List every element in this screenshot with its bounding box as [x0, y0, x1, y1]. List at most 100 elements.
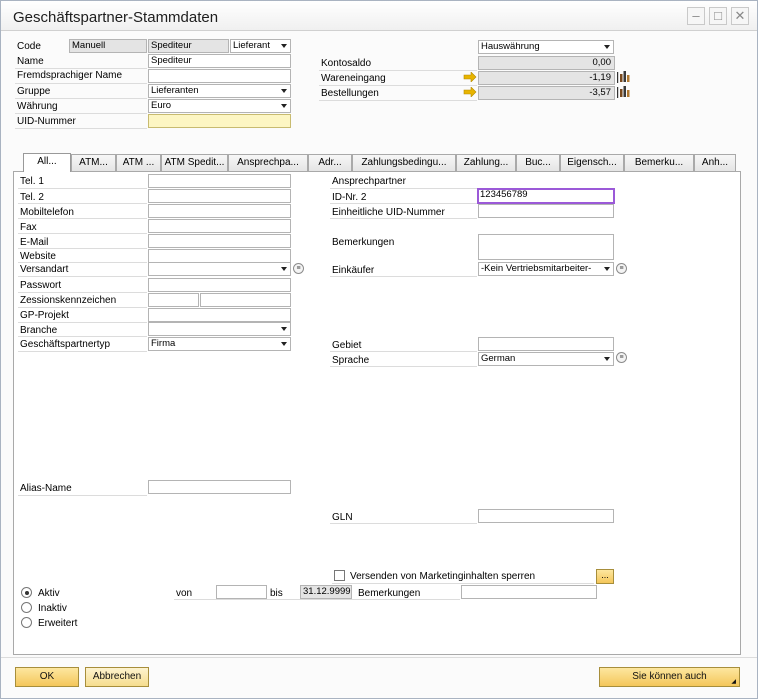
maximize-button[interactable]: □: [709, 7, 727, 25]
active-label: Aktiv: [38, 588, 60, 599]
website-field[interactable]: [148, 249, 291, 263]
unified-uid-field[interactable]: [478, 204, 614, 218]
list-options-icon[interactable]: ≡: [616, 352, 627, 363]
bp-type-select[interactable]: Lieferant: [230, 39, 291, 53]
tab-atm-2[interactable]: ATM ...: [116, 154, 161, 172]
tab-atm-spediteur[interactable]: ATM Spedit...: [161, 154, 228, 172]
tab-payment-run[interactable]: Zahlung...: [456, 154, 516, 172]
remarks-textarea[interactable]: [478, 234, 614, 260]
email-field[interactable]: [148, 234, 291, 248]
to-date-field[interactable]: 31.12.9999: [300, 585, 352, 599]
link-arrow-icon[interactable]: [463, 72, 477, 82]
marketing-block-label: Versenden von Marketinginhalten sperren: [350, 571, 536, 582]
marketing-details-button[interactable]: ...: [596, 569, 614, 584]
code-label: Code: [17, 41, 41, 52]
tab-general[interactable]: All...: [23, 153, 71, 172]
territory-field[interactable]: [478, 337, 614, 351]
group-select[interactable]: Lieferanten: [148, 84, 291, 98]
bp-type-field-select[interactable]: Firma: [148, 337, 291, 351]
project-field[interactable]: [148, 308, 291, 322]
orders-field: -3,57: [478, 86, 615, 100]
orders-label: Bestellungen: [321, 88, 379, 99]
divider: [330, 203, 477, 204]
buyer-select[interactable]: -Kein Vertriebsmitarbeiter-: [478, 262, 614, 276]
close-button[interactable]: ✕: [731, 7, 749, 25]
divider: [15, 113, 147, 114]
divider: [330, 351, 477, 352]
industry-select[interactable]: [148, 322, 291, 336]
foreign-name-field[interactable]: [148, 69, 291, 83]
you-can-also-label: Sie können auch: [632, 671, 707, 682]
divider: [332, 583, 594, 584]
bar-chart-icon[interactable]: [617, 70, 631, 83]
divider: [319, 85, 477, 86]
divider: [330, 218, 477, 219]
local-currency-select[interactable]: Hauswährung: [478, 40, 614, 54]
link-arrow-icon[interactable]: [463, 87, 477, 97]
tab-contact-persons[interactable]: Ansprechpa...: [228, 154, 308, 172]
inactive-label: Inaktiv: [38, 603, 67, 614]
divider: [15, 83, 147, 84]
divider: [18, 203, 147, 204]
divider: [18, 322, 147, 323]
divider: [330, 276, 477, 277]
tab-atm-1[interactable]: ATM...: [71, 154, 116, 172]
name-field[interactable]: Spediteur: [148, 54, 291, 68]
active-radio[interactable]: [21, 587, 32, 598]
language-select[interactable]: German: [478, 352, 614, 366]
uid-field[interactable]: [148, 114, 291, 128]
tab-payment-terms[interactable]: Zahlungsbedingu...: [352, 154, 456, 172]
id2-field[interactable]: 123456789: [477, 188, 615, 204]
currency-select[interactable]: Euro: [148, 99, 291, 113]
divider: [15, 98, 147, 99]
marketing-block-checkbox[interactable]: [334, 570, 345, 581]
status-remarks-field[interactable]: [461, 585, 597, 599]
factoring-field-1[interactable]: [148, 293, 199, 307]
window-title: Geschäftspartner-Stammdaten: [13, 9, 219, 26]
ok-button[interactable]: OK: [15, 667, 79, 687]
tab-remarks[interactable]: Bemerku...: [624, 154, 694, 172]
tab-accounting[interactable]: Buc...: [516, 154, 560, 172]
factoring-label: Zessionskennzeichen: [20, 295, 117, 306]
divider: [18, 307, 147, 308]
tab-properties[interactable]: Eigensch...: [560, 154, 624, 172]
tab-attachments[interactable]: Anh...: [694, 154, 736, 172]
password-field[interactable]: [148, 278, 291, 292]
you-can-also-button[interactable]: Sie können auch ◢: [599, 667, 740, 687]
uid-label: UID-Nummer: [17, 116, 76, 127]
divider: [319, 70, 477, 71]
factoring-field-2[interactable]: [200, 293, 291, 307]
inactive-radio[interactable]: [21, 602, 32, 613]
gln-field[interactable]: [478, 509, 614, 523]
tel2-field[interactable]: [148, 189, 291, 203]
tab-addresses[interactable]: Adr...: [308, 154, 352, 172]
minimize-button[interactable]: –: [687, 7, 705, 25]
divider: [18, 292, 147, 293]
password-label: Passwort: [20, 280, 62, 291]
remarks-label: Bemerkungen: [332, 237, 395, 248]
corner-arrow-icon: ◢: [731, 679, 736, 685]
alias-field[interactable]: [148, 480, 291, 494]
from-date-field[interactable]: [216, 585, 267, 599]
tel1-field[interactable]: [148, 174, 291, 188]
contact-person-label: Ansprechpartner: [332, 176, 406, 187]
divider: [18, 233, 147, 234]
code-field[interactable]: Spediteur: [148, 39, 229, 53]
bar-chart-icon[interactable]: [617, 85, 631, 98]
list-options-icon[interactable]: ≡: [616, 263, 627, 274]
fax-field[interactable]: [148, 219, 291, 233]
bp-master-data-window: Geschäftspartner-Stammdaten – □ ✕ Code M…: [0, 0, 758, 699]
currency-label: Währung: [17, 101, 58, 112]
code-series-field[interactable]: Manuell: [69, 39, 147, 53]
alias-label: Alias-Name: [20, 483, 72, 494]
mobile-field[interactable]: [148, 204, 291, 218]
bp-type-label: Geschäftspartnertyp: [20, 339, 111, 350]
cancel-button[interactable]: Abbrechen: [85, 667, 149, 687]
balance-field: 0,00: [478, 56, 615, 70]
advanced-label: Erweitert: [38, 618, 78, 629]
goods-receipt-label: Wareneingang: [321, 73, 386, 84]
divider: [18, 336, 147, 337]
advanced-radio[interactable]: [21, 617, 32, 628]
shipping-select[interactable]: [148, 262, 291, 276]
list-options-icon[interactable]: ≡: [293, 263, 304, 274]
